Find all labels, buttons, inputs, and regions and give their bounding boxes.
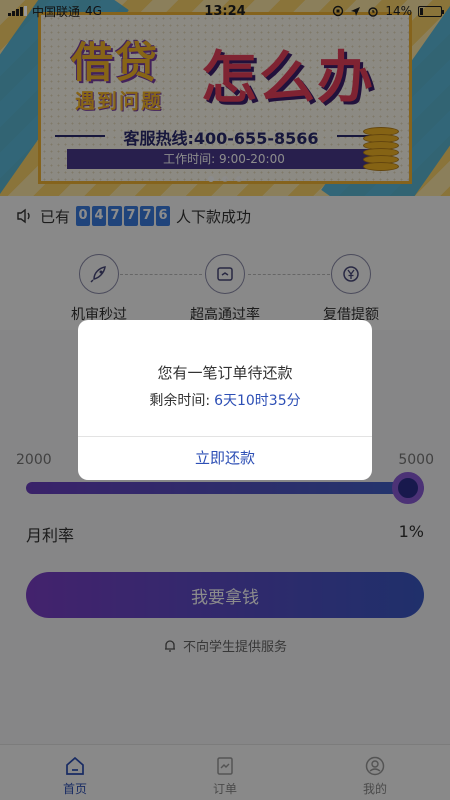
status-bar: 中国联通 4G 13:24 14% <box>0 0 450 22</box>
repay-now-button[interactable]: 立即还款 <box>78 437 372 480</box>
battery-icon <box>418 5 444 17</box>
alarm-icon <box>368 7 379 17</box>
network-label: 4G <box>85 4 102 18</box>
repayment-dialog: 您有一笔订单待还款 剩余时间: 6天10时35分 立即还款 <box>78 320 372 480</box>
dialog-title: 您有一笔订单待还款 <box>157 364 293 382</box>
carrier-label: 中国联通 <box>32 4 81 19</box>
remaining-value: 6天10时35分 <box>214 393 301 409</box>
battery-fill <box>420 7 423 15</box>
remaining-label: 剩余时间: <box>149 393 211 409</box>
signal-icon <box>8 6 27 16</box>
location-icon <box>351 6 361 16</box>
rotation-lock-icon <box>333 5 344 17</box>
dialog-remaining: 剩余时间: 6天10时35分 <box>78 390 372 410</box>
battery-percent: 14% <box>385 4 412 18</box>
